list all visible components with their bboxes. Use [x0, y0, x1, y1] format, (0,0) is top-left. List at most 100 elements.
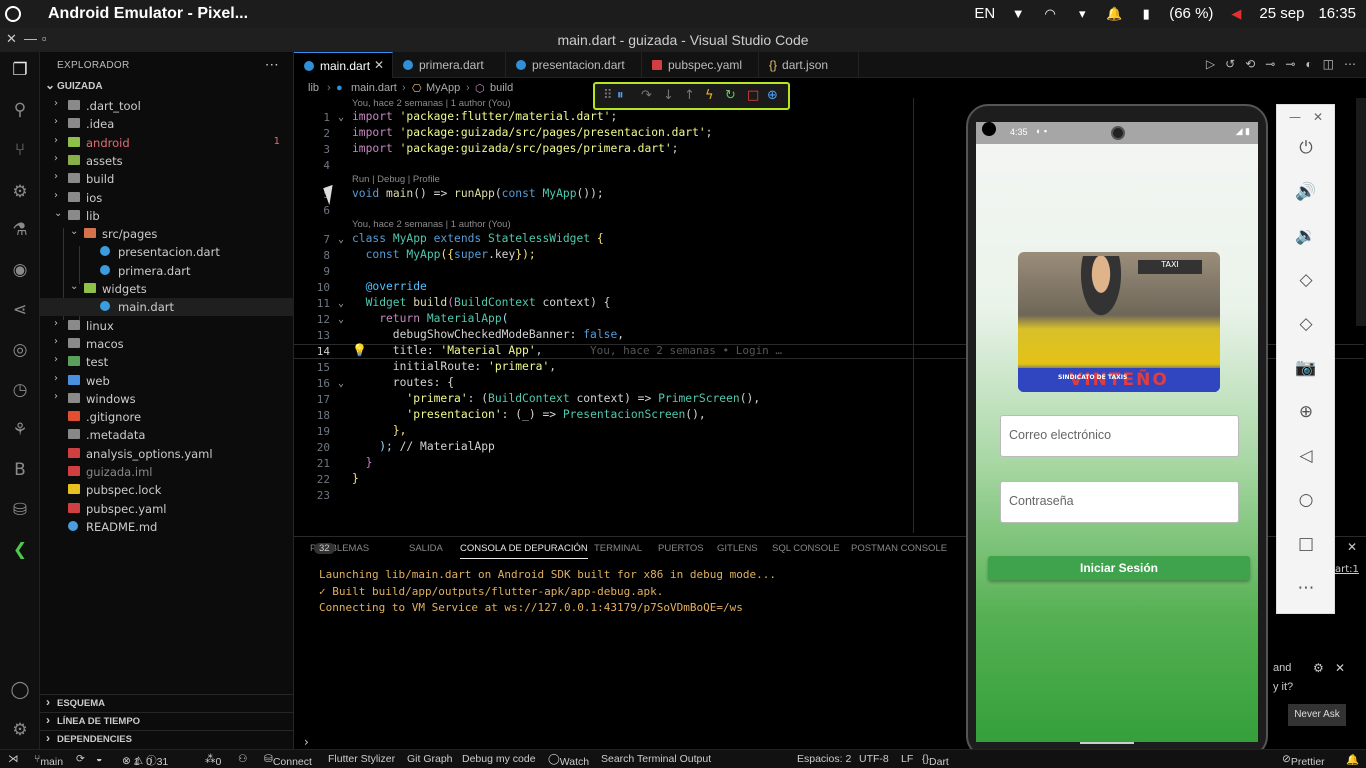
tree-item[interactable]: README.md: [40, 518, 294, 536]
compare-icon[interactable]: ⊸: [1285, 57, 1295, 71]
section-dependencies[interactable]: DEPENDENCIES: [40, 730, 294, 748]
console-input-prompt[interactable]: ›: [304, 735, 309, 749]
chevron-right-icon[interactable]: ›: [54, 190, 58, 201]
copilot-icon[interactable]: ◎: [8, 338, 32, 362]
camera-screenshot-icon[interactable]: 📷: [1293, 355, 1319, 381]
tree-item[interactable]: .gitignore: [40, 408, 294, 426]
chevron-right-icon[interactable]: ›: [54, 98, 58, 109]
account-icon[interactable]: ◯: [8, 678, 32, 702]
remote-explorer-icon[interactable]: ◉: [8, 258, 32, 282]
fold-icon[interactable]: ⌄: [338, 234, 344, 245]
flutter-icon[interactable]: ❮: [8, 538, 32, 562]
source-control-icon[interactable]: ⑂: [8, 138, 32, 162]
codelens-author[interactable]: You, hace 2 semanas | 1 author (You): [352, 98, 511, 109]
sync-icon[interactable]: ⟳: [76, 753, 85, 765]
ports-status[interactable]: ⁂ 0: [205, 753, 221, 768]
tree-item[interactable]: › linux: [40, 317, 294, 335]
volume-up-icon[interactable]: 🔊: [1293, 179, 1319, 205]
tree-item[interactable]: presentacion.dart: [40, 243, 294, 261]
system-time[interactable]: 16:35: [1318, 5, 1356, 22]
stack-link[interactable]: art:1: [1335, 564, 1359, 575]
git-graph-icon[interactable]: ◷: [8, 378, 32, 402]
search-terminal-output-status[interactable]: Search Terminal Output: [601, 753, 711, 765]
tree-item[interactable]: .metadata: [40, 426, 294, 444]
notification-close-icon[interactable]: ✕: [1335, 661, 1345, 675]
chevron-down-icon[interactable]: ⌄: [54, 208, 62, 219]
debug-status-icon[interactable]: ⚇: [238, 753, 247, 765]
tree-item[interactable]: › test: [40, 353, 294, 371]
codelens-run[interactable]: Run | Debug | Profile: [352, 174, 440, 185]
network-icon[interactable]: ▾: [1073, 6, 1091, 21]
language-status[interactable]: {} Dart: [922, 753, 949, 768]
tree-item[interactable]: › macos: [40, 335, 294, 353]
keyboard-language[interactable]: EN: [974, 5, 995, 22]
back-icon[interactable]: ◁: [1293, 443, 1319, 469]
close-tab-icon[interactable]: ✕: [374, 58, 384, 72]
code-editor[interactable]: You, hace 2 semanas | 1 author (You) 1 ⌄…: [294, 98, 914, 533]
rotate-right-icon[interactable]: ◇: [1293, 311, 1319, 337]
fold-icon[interactable]: ⌄: [338, 378, 344, 389]
power-icon[interactable]: ⏻: [1293, 135, 1319, 161]
breadcrumb-method[interactable]: build: [490, 82, 513, 94]
tab-postman-console[interactable]: POSTMAN CONSOLE: [851, 543, 947, 554]
tree-item[interactable]: › web: [40, 372, 294, 390]
commit-icon[interactable]: ⊸: [1265, 57, 1275, 71]
git-graph-status[interactable]: Git Graph: [407, 753, 453, 765]
more-options-icon[interactable]: ⋯: [1293, 575, 1319, 601]
connect-status[interactable]: ⛁ Connect: [264, 753, 312, 768]
python-icon[interactable]: ⚘: [8, 418, 32, 442]
chevron-down-icon[interactable]: ⌄: [70, 281, 78, 292]
device-screen[interactable]: 4:35 ◐ ▪ ◢ ▮ TAXI SINDICATO DE TAXIS VINT…: [976, 122, 1258, 742]
eol-status[interactable]: LF: [901, 753, 913, 765]
breadcrumb-file[interactable]: main.dart: [351, 82, 397, 94]
encoding-status[interactable]: UTF-8: [859, 753, 889, 765]
split-editor-icon[interactable]: ◫: [1323, 57, 1334, 71]
tab-terminal[interactable]: TERMINAL: [594, 543, 642, 554]
remote-icon[interactable]: ⋊: [8, 753, 19, 765]
wifi-signal-icon[interactable]: ▼: [1009, 6, 1027, 21]
chevron-right-icon[interactable]: ›: [54, 373, 58, 384]
tab-gitlens[interactable]: GITLENS: [717, 543, 758, 554]
tree-item[interactable]: guizada.iml: [40, 463, 294, 481]
system-date[interactable]: 25 sep: [1259, 5, 1304, 22]
system-logo-icon[interactable]: [5, 6, 21, 22]
tab-main-dart[interactable]: main.dart ✕: [294, 52, 393, 78]
tree-item[interactable]: main.dart: [40, 298, 294, 317]
tree-item[interactable]: primera.dart: [40, 262, 294, 280]
timeline-icon[interactable]: ↺: [1225, 57, 1235, 71]
tree-item[interactable]: › assets: [40, 152, 294, 170]
copilot-status-icon[interactable]: ◒: [96, 753, 102, 765]
tree-item[interactable]: › ios: [40, 189, 294, 207]
gitlens-icon[interactable]: ⋖: [8, 298, 32, 322]
run-icon[interactable]: ▷: [1206, 57, 1215, 71]
watch-status[interactable]: ◯ Watch: [548, 753, 589, 768]
debug-my-code-status[interactable]: Debug my code: [462, 753, 536, 765]
chevron-right-icon[interactable]: ›: [54, 354, 58, 365]
tree-item[interactable]: pubspec.yaml: [40, 500, 294, 518]
breadcrumb-lib[interactable]: lib: [308, 82, 319, 94]
breadcrumb-class[interactable]: MyApp: [426, 82, 460, 94]
home-icon[interactable]: ○: [1293, 487, 1319, 513]
section-outline[interactable]: ESQUEMA: [40, 694, 294, 712]
branch-status[interactable]: ⑂ main: [34, 753, 63, 768]
tree-item[interactable]: ⌄ lib: [40, 207, 294, 225]
tree-item[interactable]: › .idea: [40, 115, 294, 133]
never-ask-button[interactable]: Never Ask: [1288, 704, 1346, 726]
search-icon[interactable]: ⚲: [8, 98, 32, 122]
gesture-home-bar[interactable]: [1080, 742, 1134, 744]
tab-dart-json[interactable]: {} dart.json: [759, 52, 859, 78]
prettier-status[interactable]: ⊘ Prettier: [1282, 753, 1325, 768]
testing-icon[interactable]: ⚗: [8, 218, 32, 242]
tree-item[interactable]: › windows: [40, 390, 294, 408]
problems-status[interactable]: ⊗ 1 ⚠ 0 ⓘ 31: [122, 753, 168, 768]
email-field[interactable]: Correo electrónico: [1000, 415, 1239, 457]
revert-icon[interactable]: ⟲: [1245, 57, 1255, 71]
indentation-status[interactable]: Espacios: 2: [797, 753, 851, 765]
volume-down-icon[interactable]: 🔉: [1293, 223, 1319, 249]
tab-pubspec-yaml[interactable]: pubspec.yaml: [642, 52, 759, 78]
chevron-right-icon[interactable]: ›: [54, 391, 58, 402]
overview-icon[interactable]: □: [1293, 531, 1319, 557]
tree-item[interactable]: analysis_options.yaml: [40, 445, 294, 463]
bookmarks-icon[interactable]: B: [8, 458, 32, 482]
tree-item[interactable]: ⌄ widgets: [40, 280, 294, 298]
